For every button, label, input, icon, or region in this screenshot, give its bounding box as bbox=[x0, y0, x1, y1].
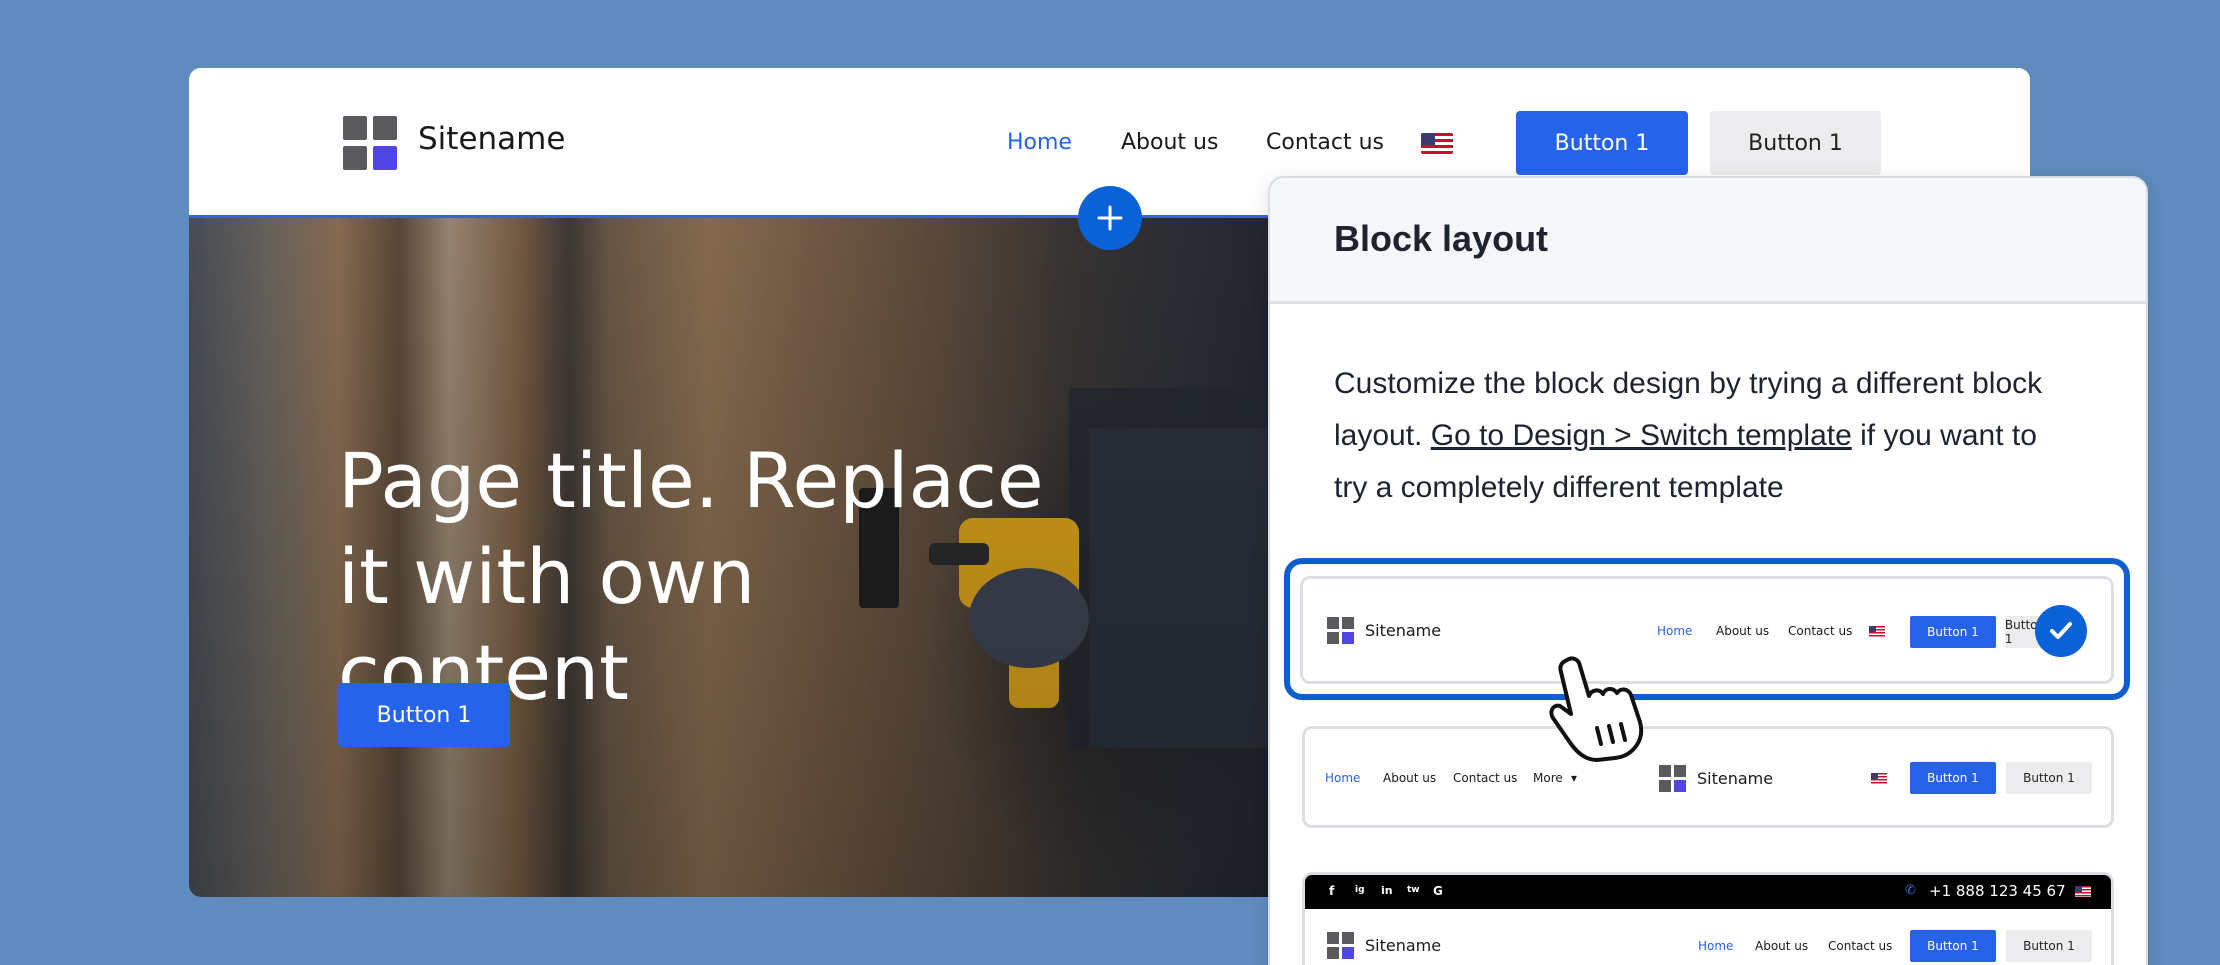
option-nav-home: Home bbox=[1325, 771, 1361, 785]
us-flag-icon bbox=[2075, 886, 2091, 897]
option-primary-button: Button 1 bbox=[1910, 762, 1996, 794]
check-icon bbox=[2050, 622, 2072, 639]
header-secondary-button[interactable]: Button 1 bbox=[1710, 111, 1881, 175]
option-primary-button: Button 1 bbox=[1910, 930, 1996, 962]
option-nav-contact: Contact us bbox=[1828, 939, 1893, 953]
nav-about-us[interactable]: About us bbox=[1121, 130, 1218, 155]
panel-header: Block layout bbox=[1270, 178, 2146, 304]
switch-template-link[interactable]: Go to Design > Switch template bbox=[1431, 419, 1852, 452]
option-nav-about: About us bbox=[1383, 771, 1437, 785]
header-primary-button[interactable]: Button 1 bbox=[1516, 111, 1688, 175]
mini-logo-icon bbox=[1327, 617, 1354, 644]
option-nav-about: About us bbox=[1755, 939, 1809, 953]
layout-option-1[interactable]: Sitename Home About us Contact us Button… bbox=[1300, 576, 2114, 684]
option-nav-contact: Contact us bbox=[1788, 624, 1853, 638]
option-sitename: Sitename bbox=[1365, 621, 1442, 640]
site-name[interactable]: Sitename bbox=[418, 121, 565, 157]
option-nav-more: More bbox=[1533, 771, 1563, 785]
panel-title: Block layout bbox=[1334, 218, 1549, 259]
us-flag-icon[interactable] bbox=[1421, 133, 1453, 154]
linkedin-icon: in bbox=[1381, 884, 1393, 897]
hand-cursor-icon bbox=[1549, 656, 1644, 762]
option-phone: +1 888 123 45 67 bbox=[1929, 882, 2066, 900]
option-nav-home: Home bbox=[1698, 939, 1734, 953]
option-secondary-button: Button 1 bbox=[2006, 762, 2092, 794]
nav-home[interactable]: Home bbox=[1007, 130, 1072, 155]
mini-logo-icon bbox=[1659, 765, 1686, 792]
phone-icon: ✆ bbox=[1905, 882, 1916, 897]
nav-contact-us[interactable]: Contact us bbox=[1266, 130, 1384, 155]
twitter-icon: tw bbox=[1407, 885, 1420, 895]
mini-logo-icon bbox=[1327, 932, 1354, 959]
add-icon bbox=[1097, 205, 1123, 231]
google-icon: G bbox=[1433, 884, 1443, 898]
option-nav-about: About us bbox=[1716, 624, 1770, 638]
option-sitename: Sitename bbox=[1697, 769, 1774, 788]
layout-option-3[interactable]: f ig in tw G ✆ +1 888 123 45 67 Sitename… bbox=[1302, 872, 2114, 965]
block-layout-panel: Block layout Customize the block design … bbox=[1268, 176, 2148, 965]
option-secondary-button: Button 1 bbox=[2006, 930, 2092, 962]
us-flag-icon bbox=[1871, 773, 1887, 784]
facebook-icon: f bbox=[1329, 884, 1335, 898]
option-nav-home: Home bbox=[1657, 624, 1693, 638]
hero-button[interactable]: Button 1 bbox=[338, 683, 510, 747]
option-nav-contact: Contact us bbox=[1453, 771, 1518, 785]
instagram-icon: ig bbox=[1355, 885, 1365, 895]
add-block-button[interactable] bbox=[1078, 186, 1142, 250]
layout-option-2[interactable]: Home About us Contact us More ▾ Sitename… bbox=[1302, 726, 2114, 828]
panel-description: Customize the block design by trying a d… bbox=[1334, 358, 2074, 514]
chevron-down-icon: ▾ bbox=[1571, 771, 1578, 785]
hero-title: Page title. Replace it with own content bbox=[338, 436, 1044, 717]
selected-check-badge bbox=[2035, 605, 2087, 657]
site-logo-icon[interactable] bbox=[343, 116, 397, 170]
option-topbar: f ig in tw G ✆ +1 888 123 45 67 bbox=[1305, 875, 2111, 909]
option-primary-button: Button 1 bbox=[1910, 616, 1996, 648]
option-sitename: Sitename bbox=[1365, 936, 1442, 955]
us-flag-icon bbox=[1869, 626, 1885, 637]
